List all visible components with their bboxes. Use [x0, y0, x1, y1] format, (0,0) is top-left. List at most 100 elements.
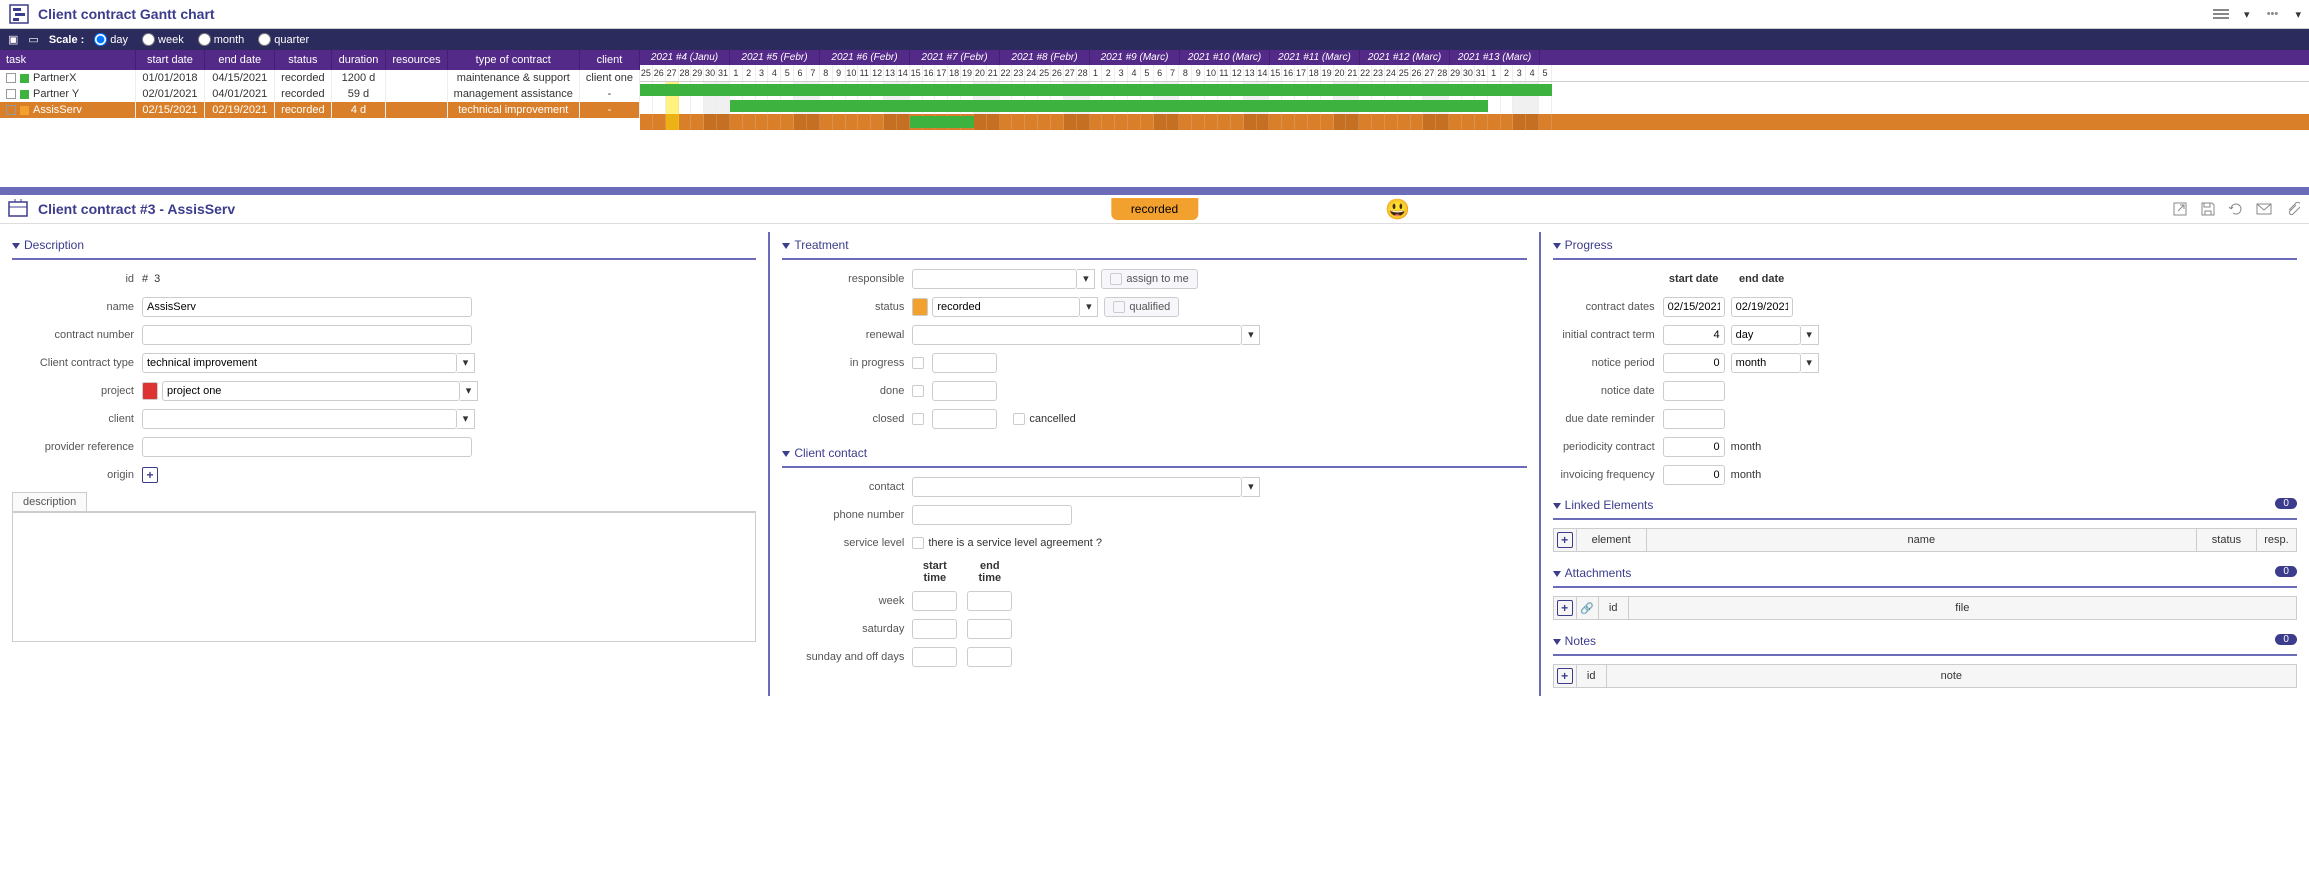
menu-dropdown-caret[interactable]: ▾ [2244, 8, 2250, 21]
contact-select[interactable] [912, 477, 1242, 497]
done-date-input[interactable] [932, 381, 997, 401]
menu-more-icon[interactable]: ••• [2263, 5, 2281, 23]
due-date-reminder-input[interactable] [1663, 409, 1725, 429]
in-progress-date-input[interactable] [932, 353, 997, 373]
sunday-start-input[interactable] [912, 647, 957, 667]
smiley-icon[interactable]: 😃 [1385, 197, 1410, 222]
menu-more-caret[interactable]: ▾ [2295, 8, 2301, 21]
scale-toolbar: ▣ ▭ Scale : day week month quarter [0, 29, 2309, 50]
col-status[interactable]: status [275, 50, 331, 70]
status-caret[interactable]: ▾ [1080, 297, 1098, 317]
project-dropdown-caret[interactable]: ▾ [460, 381, 478, 401]
qualified-button[interactable]: qualified [1104, 297, 1179, 317]
save-icon[interactable] [2199, 200, 2217, 218]
notice-period-unit[interactable] [1731, 353, 1801, 373]
scale-month-radio[interactable]: month [198, 33, 245, 46]
done-checkbox[interactable] [912, 385, 924, 397]
gantt-month-header: 2021 #8 (Febr) [1000, 50, 1090, 65]
page-title: Client contract Gantt chart [38, 6, 215, 22]
notice-period-input[interactable] [1663, 353, 1725, 373]
gantt-bar[interactable] [730, 100, 1488, 112]
attachment-add-button[interactable]: + [1557, 600, 1573, 616]
attachment-icon[interactable] [2283, 200, 2301, 218]
invoicing-input[interactable] [1663, 465, 1725, 485]
closed-checkbox[interactable] [912, 413, 924, 425]
in-progress-checkbox[interactable] [912, 357, 924, 369]
notice-date-input[interactable] [1663, 381, 1725, 401]
start-date-input[interactable] [1663, 297, 1725, 317]
client-dropdown-caret[interactable]: ▾ [457, 409, 475, 429]
origin-add-button[interactable]: + [142, 467, 158, 483]
menu-columns-icon[interactable] [2212, 5, 2230, 23]
gantt-month-header: 2021 #13 (Marc) [1450, 50, 1540, 65]
scale-quarter-radio[interactable]: quarter [258, 33, 309, 46]
name-input[interactable] [142, 297, 472, 317]
gantt-month-header: 2021 #5 (Febr) [730, 50, 820, 65]
col-end[interactable]: end date [205, 50, 275, 70]
gantt-month-header: 2021 #9 (Marc) [1090, 50, 1180, 65]
gantt-month-header: 2021 #12 (Marc) [1360, 50, 1450, 65]
col-resources[interactable]: resources [386, 50, 447, 70]
refresh-icon[interactable] [2227, 200, 2245, 218]
sla-checkbox[interactable] [912, 537, 924, 549]
renewal-select[interactable] [912, 325, 1242, 345]
client-select[interactable] [142, 409, 457, 429]
new-window-icon[interactable] [2171, 200, 2189, 218]
detail-title: Client contract #3 - AssisServ [38, 201, 235, 217]
saturday-start-input[interactable] [912, 619, 957, 639]
end-date-input[interactable] [1731, 297, 1793, 317]
description-tab[interactable]: description [12, 492, 87, 511]
col-start[interactable]: start date [135, 50, 205, 70]
contract-number-input[interactable] [142, 325, 472, 345]
gantt-row[interactable] [640, 82, 2309, 98]
status-pill: recorded [1111, 198, 1198, 220]
gantt-month-header: 2021 #11 (Marc) [1270, 50, 1360, 65]
sunday-end-input[interactable] [967, 647, 1012, 667]
scale-week-radio[interactable]: week [142, 33, 184, 46]
status-select[interactable] [932, 297, 1080, 317]
toggle-tree-icon[interactable]: ▣ [8, 33, 18, 46]
assign-to-me-button[interactable]: assign to me [1101, 269, 1197, 289]
type-dropdown-caret[interactable]: ▾ [457, 353, 475, 373]
collapse-icon[interactable]: ▭ [28, 33, 38, 46]
phone-input[interactable] [912, 505, 1072, 525]
col-duration[interactable]: duration [331, 50, 386, 70]
contract-type-select[interactable] [142, 353, 457, 373]
gantt-bar[interactable] [640, 84, 1552, 96]
col-type[interactable]: type of contract [447, 50, 579, 70]
initial-term-unit[interactable] [1731, 325, 1801, 345]
notice-period-caret[interactable]: ▾ [1801, 353, 1819, 373]
table-row[interactable]: Partner Y 02/01/202104/01/2021recorded59… [0, 86, 640, 102]
gantt-chart[interactable]: 2021 #4 (Janu)2021 #5 (Febr)2021 #6 (Feb… [640, 50, 2309, 130]
email-icon[interactable] [2255, 200, 2273, 218]
table-row[interactable]: PartnerX 01/01/201804/15/2021recorded120… [0, 70, 640, 86]
description-panel: Description id # 3 name contract number … [0, 232, 770, 696]
saturday-end-input[interactable] [967, 619, 1012, 639]
week-start-input[interactable] [912, 591, 957, 611]
responsible-select[interactable] [912, 269, 1077, 289]
notes-table: + id note [1553, 664, 2297, 688]
gantt-row[interactable] [640, 98, 2309, 114]
gantt-row[interactable] [640, 114, 2309, 130]
renewal-caret[interactable]: ▾ [1242, 325, 1260, 345]
provider-reference-input[interactable] [142, 437, 472, 457]
table-row[interactable]: AssisServ 02/15/202102/19/2021recorded4 … [0, 102, 640, 118]
gantt-app-icon [8, 3, 30, 25]
note-add-button[interactable]: + [1557, 668, 1573, 684]
col-client[interactable]: client [579, 50, 639, 70]
closed-date-input[interactable] [932, 409, 997, 429]
periodicity-input[interactable] [1663, 437, 1725, 457]
responsible-caret[interactable]: ▾ [1077, 269, 1095, 289]
project-select[interactable] [162, 381, 460, 401]
week-end-input[interactable] [967, 591, 1012, 611]
cancelled-checkbox[interactable] [1013, 413, 1025, 425]
description-textarea[interactable] [12, 512, 756, 642]
initial-term-caret[interactable]: ▾ [1801, 325, 1819, 345]
linked-add-button[interactable]: + [1557, 532, 1573, 548]
scale-day-radio[interactable]: day [94, 33, 128, 46]
col-task[interactable]: task [0, 50, 135, 70]
initial-term-input[interactable] [1663, 325, 1725, 345]
contact-caret[interactable]: ▾ [1242, 477, 1260, 497]
gantt-bar[interactable] [910, 116, 974, 128]
attachment-link-icon[interactable]: 🔗 [1580, 603, 1594, 615]
